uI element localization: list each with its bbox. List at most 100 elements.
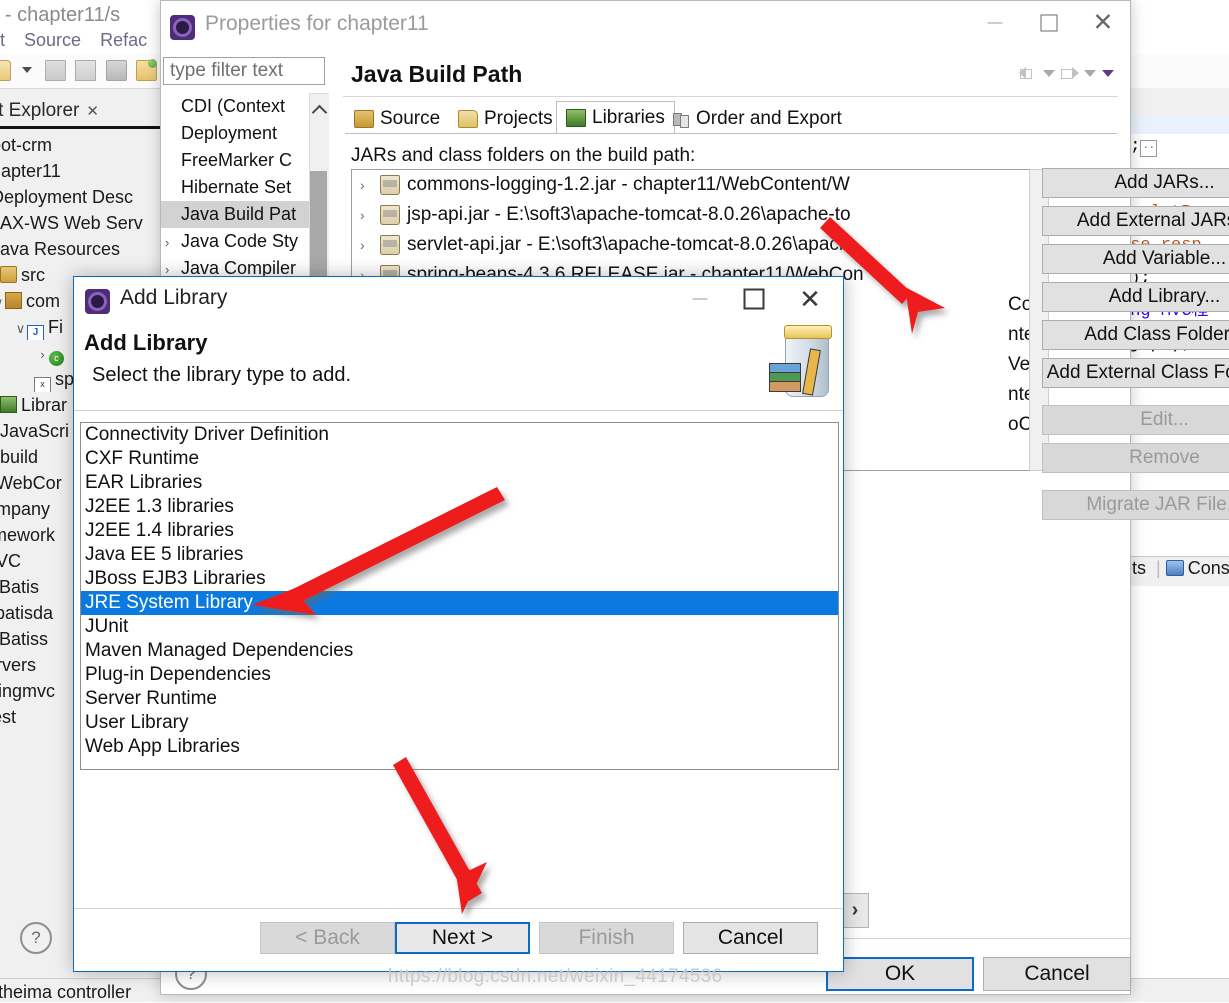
library-list-item[interactable]: User Library [81,711,838,735]
fold-box-icon[interactable]: .. [1140,140,1158,157]
page-navigation-controls[interactable] [1019,66,1114,81]
back-arrow-icon[interactable] [1019,66,1037,81]
properties-tree-item-java-code-style[interactable]: › Java Code Sty [161,228,329,255]
add-external-class-folder-button[interactable]: Add External Class Folder... [1042,358,1229,388]
jars-scroll-right-button[interactable]: › [841,893,869,928]
forward-arrow-icon[interactable] [1061,66,1079,81]
library-list-item[interactable]: Web App Libraries [81,735,838,759]
console-output-area[interactable] [1128,586,1229,1001]
library-list-item[interactable]: Maven Managed Dependencies [81,639,838,663]
forward-history-chevron-icon[interactable] [1084,70,1096,77]
help-button[interactable]: ? [20,922,52,954]
next-button[interactable]: Next > [395,922,530,954]
view-menu-chevron-icon[interactable] [1102,70,1114,77]
tab-order-and-export[interactable]: Order and Export [663,104,851,133]
cancel-button[interactable]: Cancel [683,922,818,954]
tree-item[interactable]: JAX-WS Web Serv [0,210,178,236]
ok-button[interactable]: OK [826,957,974,991]
tree-item[interactable]: Deployment Desc [0,184,178,210]
migrate-jar-file-button[interactable]: Migrate JAR File... [1042,490,1229,520]
library-list-item[interactable]: Connectivity Driver Definition [81,423,838,447]
library-list-item[interactable]: EAR Libraries [81,471,838,495]
properties-tree-item-label: Java Build Pat [181,204,297,224]
minimize-button[interactable] [673,277,727,321]
chevron-right-icon[interactable]: › [360,207,380,223]
save-icon[interactable] [44,60,66,81]
library-list-item[interactable]: J2EE 1.3 libraries [81,495,838,519]
jar-icon [380,175,400,195]
library-list-item[interactable]: Server Runtime [81,687,838,711]
library-type-list[interactable]: Connectivity Driver Definition CXF Runti… [80,422,839,770]
add-variable-button[interactable]: Add Variable... [1042,244,1229,274]
menu-item-edit[interactable]: dit [0,30,5,50]
library-list-item[interactable]: Java EE 5 libraries [81,543,838,567]
add-library-dialog[interactable]: Add Library ✕ Add Library Select the lib… [73,276,844,972]
library-list-item-selected[interactable]: JRE System Library [81,591,838,615]
chevron-right-icon[interactable]: › [360,237,380,253]
jar-label: jsp-api.jar - E:\soft3\apache-tomcat-8.0… [407,204,851,225]
tree-item[interactable]: oot-crm [0,132,178,158]
properties-tree-item-deployment[interactable]: Deployment [161,120,329,147]
console-tab-labels[interactable]: ets |Conso [1122,558,1229,579]
library-list-item[interactable]: JBoss EJB3 Libraries [81,567,838,591]
tree-item[interactable]: hapter11 [0,158,178,184]
back-history-chevron-icon[interactable] [1043,70,1055,77]
twisty-icon[interactable]: ∨ [14,316,27,340]
properties-tree-scrollbar[interactable] [309,93,330,285]
properties-tree-item-hibernate[interactable]: Hibernate Set [161,174,329,201]
chevron-down-icon[interactable] [22,66,33,73]
jar-list-row[interactable]: › servlet-api.jar - E:\soft3\apache-tomca… [352,230,1030,260]
library-list-item[interactable]: CXF Runtime [81,447,838,471]
library-list-item[interactable]: Plug-in Dependencies [81,663,838,687]
add-library-button[interactable]: Add Library... [1042,282,1229,312]
library-list-item[interactable]: J2EE 1.4 libraries [81,519,838,543]
remove-button[interactable]: Remove [1042,443,1229,473]
properties-tree-item-java-build-path[interactable]: Java Build Pat [161,201,329,228]
add-external-jars-button[interactable]: Add External JARs... [1042,206,1229,236]
tab-libraries[interactable]: Libraries [556,101,675,134]
close-icon[interactable]: ✕ [86,103,99,120]
twisty-icon[interactable]: › [36,342,49,366]
print-icon[interactable] [105,60,127,81]
chevron-right-icon[interactable]: › [165,229,181,255]
tab-source[interactable]: Source [345,104,449,133]
new-wizard-icon[interactable] [0,60,11,81]
library-icon [0,396,17,413]
finish-button[interactable]: Finish [539,922,674,954]
build-path-button-column[interactable]: Add JARs... Add External JARs... Add Var… [1042,168,1229,528]
edit-button[interactable]: Edit... [1042,405,1229,435]
filter-input[interactable]: type filter text [163,57,325,85]
maximize-button[interactable] [727,277,781,321]
menu-item-refactor[interactable]: Refac [100,30,147,50]
jar-list-row[interactable]: › jsp-api.jar - E:\soft3\apache-tomcat-8.… [352,200,1030,230]
properties-page-tree[interactable]: CDI (Context Deployment FreeMarker C Hib… [161,93,329,282]
build-path-tabstrip[interactable]: Source Projects Libraries Order and Expo… [345,101,1117,134]
tab-projects[interactable]: Projects [449,104,562,133]
maximize-button[interactable] [1022,1,1076,45]
add-jars-button[interactable]: Add JARs... [1042,168,1229,198]
library-list-item[interactable]: JUnit [81,615,838,639]
tab-console-label[interactable]: Conso [1188,558,1229,578]
scroll-up-button[interactable] [310,94,328,130]
open-type-icon[interactable] [136,59,158,81]
back-button[interactable]: < Back [260,922,395,954]
cancel-button[interactable]: Cancel [983,957,1131,991]
properties-tree-item-freemarker[interactable]: FreeMarker C [161,147,329,174]
tree-item[interactable]: Java Resources [0,236,178,262]
add-class-folder-button[interactable]: Add Class Folder... [1042,320,1229,350]
editor-tabstrip[interactable] [1128,88,1229,117]
jar-list-row[interactable]: › commons-logging-1.2.jar - chapter11/Web… [352,170,1030,200]
jar-label: nte [1008,324,1030,345]
menu-item-source[interactable]: Source [24,30,81,50]
ide-menu-item-group[interactable]: dit Source Refac [0,30,161,51]
tab-project-explorer[interactable]: ect Explorer ✕ [0,100,99,122]
properties-tree-item-cdi[interactable]: CDI (Context [161,93,329,120]
scrollbar-thumb[interactable] [310,171,327,284]
code-line: t;.. [1120,130,1229,163]
save-all-icon[interactable] [75,60,97,81]
minimize-button[interactable] [968,1,1022,45]
close-button[interactable]: ✕ [1076,1,1130,45]
close-button[interactable]: ✕ [783,277,837,321]
chevron-right-icon[interactable]: › [360,177,380,193]
tree-item-label: VC [0,551,22,571]
